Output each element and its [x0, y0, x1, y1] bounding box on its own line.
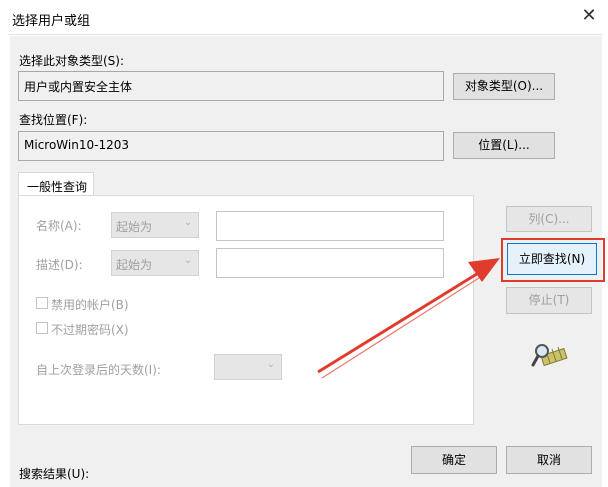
description-mode-select[interactable]: 起始为 ⌄: [111, 250, 199, 276]
dialog-title: 选择用户或组: [12, 14, 91, 29]
search-results-label: 搜索结果(U):: [19, 467, 90, 481]
description-input[interactable]: [216, 248, 444, 278]
magnifier-icon: [531, 344, 568, 367]
name-mode-select[interactable]: 起始为 ⌄: [111, 212, 199, 238]
non-expiring-password-label: 不过期密码(X): [51, 323, 129, 337]
chevron-down-icon: ⌄: [183, 217, 192, 228]
description-mode-value: 起始为: [116, 258, 153, 272]
disabled-accounts-checkbox[interactable]: [36, 297, 48, 309]
highlight-frame: [501, 238, 605, 282]
locations-button[interactable]: 位置(L)...: [453, 132, 555, 159]
stop-button[interactable]: 停止(T): [506, 287, 592, 314]
chevron-down-icon: ⌄: [183, 255, 192, 266]
location-label: 查找位置(F):: [19, 113, 88, 127]
close-icon[interactable]: ✕: [578, 6, 600, 28]
object-types-button[interactable]: 对象类型(O)...: [453, 73, 555, 100]
days-since-logon-select[interactable]: ⌄: [214, 354, 282, 380]
object-type-field: 用户或内置安全主体: [18, 71, 444, 101]
location-field: MicroWin10-1203: [18, 131, 444, 161]
name-input[interactable]: [216, 211, 444, 241]
columns-button[interactable]: 列(C)...: [506, 206, 592, 232]
days-since-logon-label: 自上次登录后的天数(I):: [36, 363, 161, 377]
title-separator: [8, 34, 602, 35]
disabled-accounts-label: 禁用的帐户(B): [51, 298, 129, 312]
ok-button[interactable]: 确定: [411, 446, 497, 474]
description-label: 描述(D):: [36, 258, 83, 272]
tab-common-queries[interactable]: 一般性查询: [18, 172, 94, 196]
non-expiring-password-checkbox[interactable]: [36, 322, 48, 334]
name-mode-value: 起始为: [116, 220, 153, 234]
object-type-label: 选择此对象类型(S):: [19, 54, 125, 68]
chevron-down-icon: ⌄: [266, 359, 275, 370]
cancel-button[interactable]: 取消: [506, 446, 592, 474]
name-label: 名称(A):: [36, 219, 82, 233]
